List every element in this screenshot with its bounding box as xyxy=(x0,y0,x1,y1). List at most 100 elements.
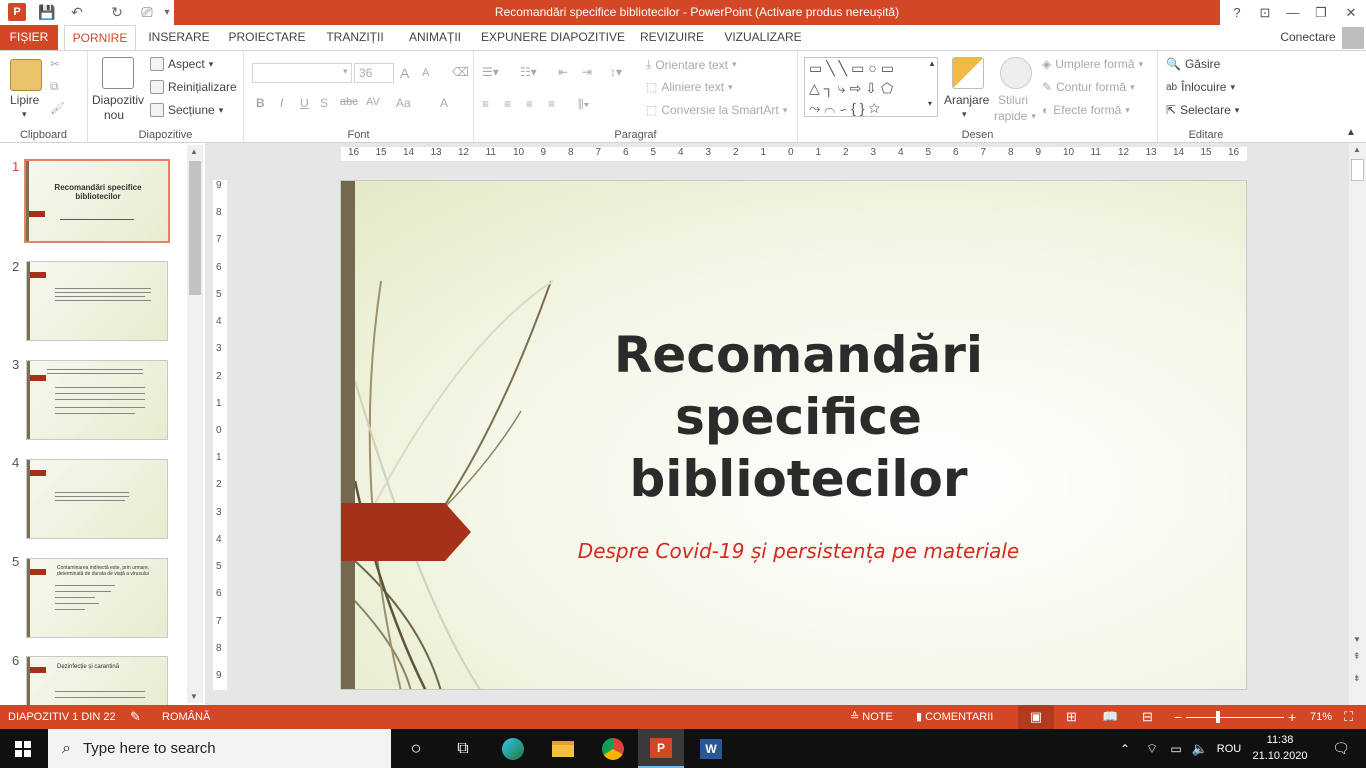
shapes-more-icon[interactable]: ▾ xyxy=(928,99,932,108)
vertical-ruler[interactable]: 9 8 7 6 5 4 3 2 1 0 1 2 3 4 5 6 7 8 9 xyxy=(213,180,227,690)
slide-subtitle[interactable]: Despre Covid-19 și persistența pe materi… xyxy=(491,539,1106,563)
slide-thumbnail-4[interactable] xyxy=(26,459,168,539)
font-name-input[interactable] xyxy=(252,63,352,83)
quick-styles-icon[interactable] xyxy=(1000,57,1032,89)
chrome-icon[interactable] xyxy=(590,729,636,768)
char-spacing-button[interactable]: AV xyxy=(366,96,380,108)
clear-formatting-icon[interactable]: ⌫ xyxy=(452,65,469,79)
tab-file[interactable]: FIȘIER xyxy=(0,25,58,50)
numbering-icon[interactable]: ☷▾ xyxy=(520,65,537,79)
underline-button[interactable]: U xyxy=(300,96,309,110)
task-view-icon[interactable]: ⧉ xyxy=(440,729,486,768)
redo-icon[interactable]: ↻ xyxy=(106,2,128,22)
zoom-out-button[interactable]: − xyxy=(1174,705,1182,729)
scrollbar-thumb[interactable] xyxy=(189,161,201,295)
justify-icon[interactable]: ≡ xyxy=(548,97,555,111)
arrange-button[interactable]: Aranjare xyxy=(944,93,989,107)
ribbon-display-icon[interactable]: ⊡ xyxy=(1250,0,1280,25)
copy-icon[interactable]: ⧉ xyxy=(50,79,59,94)
notifications-icon[interactable]: 🗨 xyxy=(1318,729,1364,768)
shadow-button[interactable]: S xyxy=(320,96,328,110)
fit-slide-icon[interactable]: ⛶ xyxy=(1344,705,1353,729)
paste-button[interactable]: Lipire xyxy=(10,93,39,107)
scroll-up-icon[interactable]: ▲ xyxy=(190,147,198,156)
shapes-scroll-up-icon[interactable]: ▲ xyxy=(928,59,936,68)
section-button[interactable]: Secțiune ▾ xyxy=(150,103,223,117)
tab-insert[interactable]: INSERARE xyxy=(142,25,216,50)
save-icon[interactable]: 💾 xyxy=(36,2,58,22)
tab-home[interactable]: PORNIRE xyxy=(64,25,136,51)
reading-view-icon[interactable]: 📖 xyxy=(1102,705,1118,729)
slide-thumbnail-3[interactable] xyxy=(26,360,168,440)
avatar[interactable] xyxy=(1342,27,1364,49)
align-text-button[interactable]: ⬚ Aliniere text ▾ xyxy=(646,80,733,94)
slide-title[interactable]: Recomandări specifice bibliotecilor xyxy=(491,324,1106,510)
thumbnail-scrollbar[interactable]: ▲ ▼ xyxy=(187,145,203,703)
scroll-down-icon[interactable]: ▼ xyxy=(1353,635,1361,644)
previous-slide-icon[interactable]: ⇞ xyxy=(1353,651,1361,662)
bullets-icon[interactable]: ☰▾ xyxy=(482,65,499,79)
decrease-indent-icon[interactable]: ⇤ xyxy=(558,65,568,79)
align-right-icon[interactable]: ≡ xyxy=(526,97,533,111)
line-spacing-icon[interactable]: ↕▾ xyxy=(610,65,622,79)
arrange-icon[interactable] xyxy=(952,57,984,89)
editor-scrollbar[interactable]: ▲ ▼ ⇞ ⇟ xyxy=(1349,143,1366,705)
font-color-button[interactable]: A xyxy=(440,96,448,110)
replace-button[interactable]: ab Înlocuire ▾ xyxy=(1166,80,1235,94)
close-button[interactable]: ✕ xyxy=(1336,0,1366,25)
undo-icon[interactable]: ↶ xyxy=(66,2,88,22)
italic-button[interactable]: I xyxy=(280,96,283,110)
arrange-dropdown-icon[interactable]: ▾ xyxy=(962,109,967,120)
increase-indent-icon[interactable]: ⇥ xyxy=(582,65,592,79)
find-button[interactable]: 🔍 Găsire xyxy=(1166,57,1220,71)
word-taskbar-icon[interactable]: W xyxy=(688,729,734,768)
minimize-button[interactable]: — xyxy=(1278,0,1308,25)
slide-canvas[interactable]: Recomandări specifice bibliotecilor Despr… xyxy=(340,180,1247,690)
tab-review[interactable]: REVIZUIRE xyxy=(634,25,710,50)
normal-view-icon[interactable]: ▣ xyxy=(1018,705,1054,729)
shapes-gallery[interactable]: ▭╲╲▭○▭ △┐⤷⇨⇩⬠ ⤳⌒∽{}☆ xyxy=(804,57,938,117)
zoom-slider-thumb[interactable] xyxy=(1216,711,1220,723)
shape-fill-button[interactable]: ◈ Umplere formă ▾ xyxy=(1042,57,1143,71)
windows-start-icon[interactable] xyxy=(0,729,46,768)
slideshow-view-icon[interactable]: ⊟ xyxy=(1142,705,1153,729)
spelling-check-icon[interactable]: ✎ xyxy=(130,705,141,729)
select-button[interactable]: ⇱ Selectare ▾ xyxy=(1166,103,1239,117)
tab-transitions[interactable]: TRANZIȚII xyxy=(318,25,392,50)
zoom-in-button[interactable]: + xyxy=(1288,705,1296,729)
decrease-font-button[interactable]: A xyxy=(422,67,429,79)
scroll-down-icon[interactable]: ▼ xyxy=(190,692,198,701)
edge-icon[interactable] xyxy=(490,729,536,768)
file-explorer-icon[interactable] xyxy=(540,729,586,768)
paste-dropdown-icon[interactable]: ▾ xyxy=(22,109,27,120)
layout-button[interactable]: Aspect ▾ xyxy=(150,57,213,71)
tab-design[interactable]: PROIECTARE xyxy=(222,25,312,50)
tab-animations[interactable]: ANIMAȚII xyxy=(398,25,472,50)
quick-styles-button-line2[interactable]: rapide ▾ xyxy=(994,109,1036,123)
slide-counter[interactable]: DIAPOZITIV 1 DIN 22 xyxy=(8,705,116,729)
sign-in-link[interactable]: Conectare xyxy=(1276,25,1340,50)
new-slide-button[interactable]: Diapozitiv xyxy=(92,93,144,107)
smartart-button[interactable]: ⬚ Conversie la SmartArt ▾ xyxy=(646,103,787,117)
collapse-ribbon-icon[interactable]: ▲ xyxy=(1346,127,1356,138)
next-slide-icon[interactable]: ⇟ xyxy=(1353,673,1361,684)
shape-outline-button[interactable]: ✎ Contur formă ▾ xyxy=(1042,80,1135,94)
slide-thumbnail-6[interactable]: Dezinfecție și carantină xyxy=(26,656,168,705)
tab-view[interactable]: VIZUALIZARE xyxy=(716,25,810,50)
align-center-icon[interactable]: ≡ xyxy=(504,97,511,111)
columns-icon[interactable]: ⫼▾ xyxy=(578,97,589,112)
language-indicator[interactable]: ROMÂNĂ xyxy=(162,705,210,729)
restore-button[interactable]: ❐ xyxy=(1306,0,1336,25)
horizontal-ruler[interactable]: 16 15 14 13 12 11 10 9 8 7 6 5 4 3 2 1 0 1 2 3 4 5 6 7 8 9 10 11 12 1… xyxy=(341,147,1247,161)
slide-thumbnail-1[interactable]: Recomandări specifice bibliotecilor xyxy=(24,159,170,243)
new-slide-icon[interactable] xyxy=(102,57,134,89)
font-name-dropdown-icon[interactable]: ▾ xyxy=(343,66,348,77)
slide-thumbnail-2[interactable] xyxy=(26,261,168,341)
input-language[interactable]: ROU xyxy=(1212,729,1246,768)
battery-icon[interactable]: ▭ xyxy=(1164,729,1188,768)
taskbar-search[interactable]: ⌕ Type here to search xyxy=(48,729,391,768)
start-slideshow-icon[interactable]: ⎚ xyxy=(136,2,158,22)
zoom-slider[interactable] xyxy=(1186,717,1284,718)
zoom-level[interactable]: 71% xyxy=(1310,705,1332,729)
comments-button[interactable]: ▮ COMENTARII xyxy=(916,705,993,729)
